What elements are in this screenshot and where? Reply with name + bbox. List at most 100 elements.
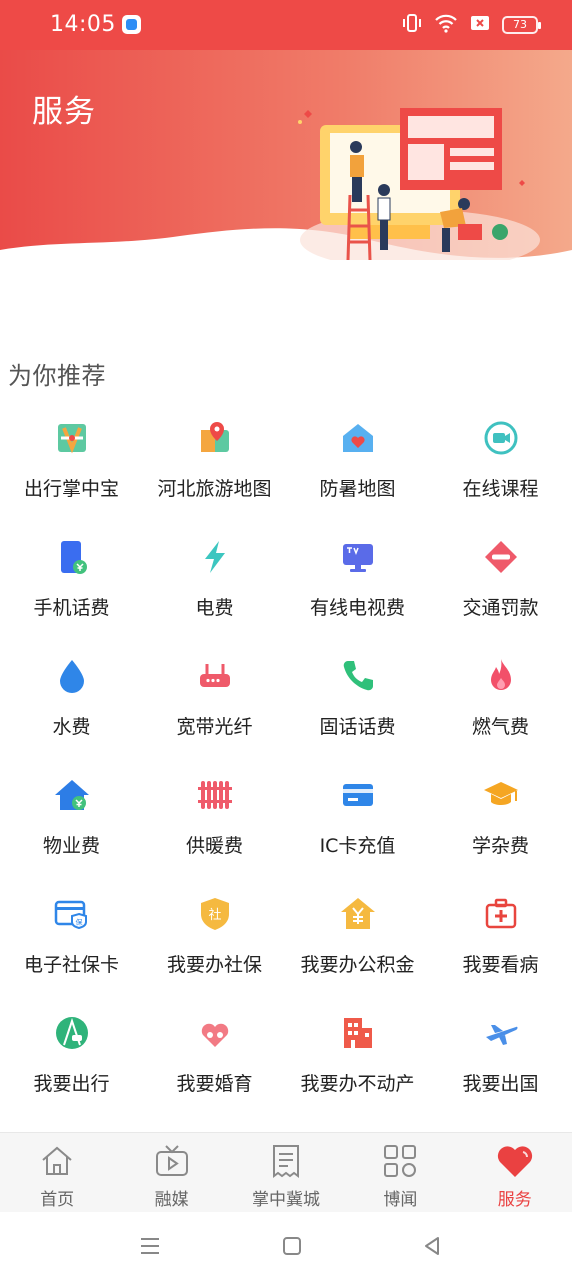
service-item-label: 我要办不动产 (300, 1073, 415, 1095)
app-notification-icon (122, 15, 141, 34)
service-item-label: 学杂费 (471, 835, 529, 857)
house-heart-icon (338, 418, 378, 458)
service-item-social-security-card[interactable]: 保 电子社保卡 (0, 886, 143, 1005)
service-item-label: 我要办公积金 (300, 954, 415, 976)
service-item-go-travel[interactable]: 我要出行 (0, 1005, 143, 1124)
tab-news[interactable]: 博闻 (343, 1133, 457, 1212)
media-play-icon (152, 1141, 192, 1181)
couple-heart-icon (195, 1013, 235, 1053)
service-item-cable-tv[interactable]: 有线电视费 (286, 529, 429, 648)
service-item-phone-bill[interactable]: 手机话费 (0, 529, 143, 648)
service-item-property-fee[interactable]: 物业费 (0, 767, 143, 886)
section-title-recommend: 为你推荐 (8, 362, 106, 390)
tab-home[interactable]: 首页 (0, 1133, 114, 1212)
service-item-heat-map[interactable]: 防暑地图 (286, 410, 429, 529)
service-banner: 服务 (0, 50, 572, 270)
service-item-label: 我要出国 (462, 1073, 539, 1095)
social-shield-icon: 社 (195, 894, 235, 934)
svg-text:社: 社 (208, 907, 221, 923)
service-item-label: 固话话费 (319, 716, 396, 738)
status-bar: 14:05 73 (0, 0, 572, 50)
service-item-social-insurance[interactable]: 社 我要办社保 (143, 886, 286, 1005)
service-item-heating[interactable]: 供暖费 (143, 767, 286, 886)
service-item-broadband[interactable]: 宽带光纤 (143, 648, 286, 767)
map-pin-icon (195, 418, 235, 458)
service-item-landline[interactable]: 固话话费 (286, 648, 429, 767)
service-item-see-doctor[interactable]: 我要看病 (429, 886, 572, 1005)
heart-icon (495, 1141, 535, 1181)
service-item-housing-fund[interactable]: 我要办公积金 (286, 886, 429, 1005)
service-item-label: 交通罚款 (462, 597, 539, 619)
flame-icon (481, 656, 521, 696)
status-icons: 73 (402, 13, 541, 37)
bottom-tab-bar: 首页 融媒 掌中冀城 博闻 服务 (0, 1132, 572, 1212)
card-icon (338, 775, 378, 815)
service-item-label: IC卡充值 (319, 835, 396, 857)
document-icon (266, 1141, 306, 1181)
wifi-icon (434, 13, 458, 37)
service-illustration (298, 108, 540, 260)
service-item-electricity[interactable]: 电费 (143, 529, 286, 648)
building-icon (338, 1013, 378, 1053)
tab-service[interactable]: 服务 (458, 1133, 572, 1212)
back-triangle-icon[interactable] (416, 1230, 448, 1262)
road-car-icon (52, 1013, 92, 1053)
service-item-water[interactable]: 水费 (0, 648, 143, 767)
service-item-label: 出行掌中宝 (23, 478, 119, 500)
house-yuan-icon (52, 775, 92, 815)
service-item-label: 有线电视费 (309, 597, 405, 619)
service-item-marriage-birth[interactable]: 我要婚育 (143, 1005, 286, 1124)
radiator-icon (195, 775, 235, 815)
service-item-label: 我要婚育 (176, 1073, 253, 1095)
service-item-label: 水费 (52, 716, 91, 738)
service-item-label: 宽带光纤 (176, 716, 253, 738)
tab-media[interactable]: 融媒 (114, 1133, 228, 1212)
home-icon (37, 1141, 77, 1181)
medical-kit-icon (481, 894, 521, 934)
service-item-label: 我要出行 (33, 1073, 110, 1095)
no-sim-icon (470, 14, 490, 36)
service-item-real-estate[interactable]: 我要办不动产 (286, 1005, 429, 1124)
service-item-go-abroad[interactable]: 我要出国 (429, 1005, 572, 1124)
grid-icon (380, 1141, 420, 1181)
service-item-online-course[interactable]: 在线课程 (429, 410, 572, 529)
tab-label: 首页 (40, 1190, 75, 1210)
service-item-label: 防暑地图 (319, 478, 396, 500)
battery-icon: 73 (502, 16, 541, 34)
airplane-icon (481, 1013, 521, 1053)
service-item-label: 我要看病 (462, 954, 539, 976)
system-navigation-bar (0, 1212, 572, 1280)
service-item-gas[interactable]: 燃气费 (429, 648, 572, 767)
service-item-label: 燃气费 (471, 716, 529, 738)
service-item-label: 物业费 (42, 835, 100, 857)
svg-text:保: 保 (75, 918, 82, 927)
tv-icon (338, 537, 378, 577)
telephone-icon (338, 656, 378, 696)
service-item-travel-guide[interactable]: 出行掌中宝 (0, 410, 143, 529)
service-item-traffic-fine[interactable]: 交通罚款 (429, 529, 572, 648)
insurance-card-icon: 保 (52, 894, 92, 934)
home-square-icon[interactable] (276, 1230, 308, 1262)
house-fund-icon (338, 894, 378, 934)
service-item-hebei-map[interactable]: 河北旅游地图 (143, 410, 286, 529)
menu-icon[interactable] (134, 1230, 166, 1262)
vibrate-icon (402, 13, 422, 37)
tab-label: 掌中冀城 (251, 1190, 320, 1210)
service-grid: 出行掌中宝 河北旅游地图 防暑地图 在线课程 手机话费 电费 有线电视费 交通罚… (0, 410, 572, 1124)
service-item-label: 电子社保卡 (23, 954, 119, 976)
page-title: 服务 (32, 94, 96, 130)
service-item-ic-card[interactable]: IC卡充值 (286, 767, 429, 886)
tab-city[interactable]: 掌中冀城 (229, 1133, 343, 1212)
router-icon (195, 656, 235, 696)
phone-yuan-icon (52, 537, 92, 577)
service-item-tuition[interactable]: 学杂费 (429, 767, 572, 886)
no-entry-icon (481, 537, 521, 577)
video-camera-icon (481, 418, 521, 458)
service-item-label: 供暖费 (185, 835, 243, 857)
service-item-label: 电费 (195, 597, 234, 619)
water-drop-icon (52, 656, 92, 696)
tab-label: 服务 (497, 1190, 532, 1210)
service-item-label: 手机话费 (33, 597, 110, 619)
service-item-label: 在线课程 (462, 478, 539, 500)
service-item-label: 我要办社保 (166, 954, 262, 976)
